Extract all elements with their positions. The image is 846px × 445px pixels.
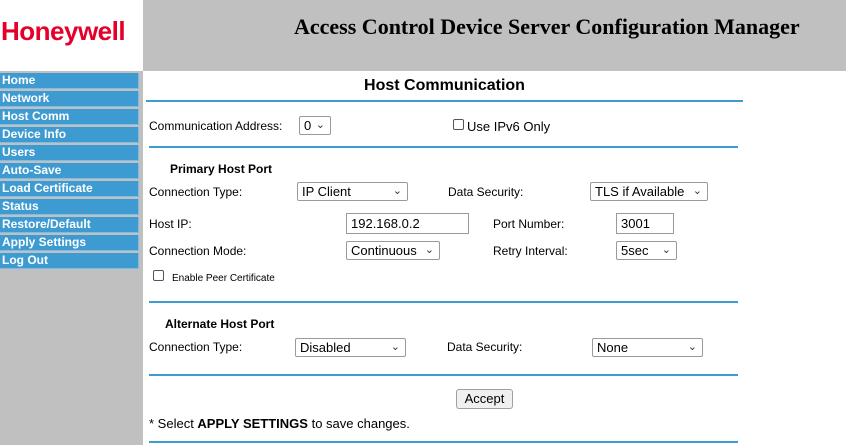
chevron-down-icon: ⌄ xyxy=(390,341,400,353)
connection-mode-label: Connection Mode: xyxy=(149,244,247,258)
chevron-down-icon: ⌄ xyxy=(692,185,702,197)
sidebar-item-restore-default[interactable]: Restore/Default xyxy=(0,217,139,233)
divider-top xyxy=(146,100,743,102)
alternate-heading: Alternate Host Port xyxy=(165,317,275,331)
retry-interval-select[interactable]: 5sec ⌄ xyxy=(616,241,677,260)
sidebar-item-load-certificate[interactable]: Load Certificate xyxy=(0,181,139,197)
port-number-label: Port Number: xyxy=(493,217,565,231)
alternate-connection-type-value: Disabled xyxy=(300,340,351,355)
save-note: * Select APPLY SETTINGS to save changes. xyxy=(149,416,410,431)
app-title: Access Control Device Server Configurati… xyxy=(294,14,800,39)
chevron-down-icon: ⌄ xyxy=(661,244,671,256)
accept-button[interactable]: Accept xyxy=(456,389,513,409)
sidebar: Home Network Host Comm Device Info Users… xyxy=(0,71,143,445)
chevron-down-icon: ⌄ xyxy=(424,244,434,256)
comm-address-value: 0 xyxy=(304,118,312,133)
primary-heading: Primary Host Port xyxy=(170,162,273,176)
sidebar-item-home[interactable]: Home xyxy=(0,73,139,89)
save-note-emphasis: APPLY SETTINGS xyxy=(197,416,308,431)
sidebar-item-host-comm[interactable]: Host Comm xyxy=(0,109,139,125)
save-note-suffix: to save changes. xyxy=(307,416,410,431)
chevron-down-icon: ⌄ xyxy=(392,185,402,197)
page-title: Host Communication xyxy=(364,77,525,94)
primary-connection-type-label: Connection Type: xyxy=(149,185,243,199)
honeywell-logo: Honeywell xyxy=(1,16,126,46)
peer-certificate-checkbox[interactable] xyxy=(153,270,164,281)
alternate-connection-type-label: Connection Type: xyxy=(149,340,243,354)
host-ip-label: Host IP: xyxy=(149,217,192,231)
logo-cell: Honeywell xyxy=(0,0,143,71)
sidebar-item-auto-save[interactable]: Auto-Save xyxy=(0,163,139,179)
sidebar-item-apply-settings[interactable]: Apply Settings xyxy=(0,235,139,251)
port-number-input[interactable]: 3001 xyxy=(616,213,674,234)
connection-mode-select[interactable]: Continuous ⌄ xyxy=(346,241,440,260)
divider-primary xyxy=(149,301,738,303)
sidebar-item-log-out[interactable]: Log Out xyxy=(0,253,139,269)
host-ip-input[interactable]: 192.168.0.2 xyxy=(346,213,469,234)
header-bar: Honeywell Access Control Device Server C… xyxy=(0,0,846,71)
primary-connection-type-select[interactable]: IP Client ⌄ xyxy=(297,182,408,201)
primary-data-security-label: Data Security: xyxy=(448,185,524,199)
alternate-data-security-label: Data Security: xyxy=(447,340,523,354)
primary-data-security-select[interactable]: TLS if Available ⌄ xyxy=(590,182,708,201)
divider-bottom xyxy=(149,441,738,443)
sidebar-item-users[interactable]: Users xyxy=(0,145,139,161)
chevron-down-icon: ⌄ xyxy=(687,341,697,353)
chevron-down-icon: ⌄ xyxy=(315,119,325,131)
peer-certificate-label: Enable Peer Certificate xyxy=(172,273,275,284)
ipv6-checkbox[interactable] xyxy=(453,119,464,130)
ipv6-label: Use IPv6 Only xyxy=(467,119,551,134)
sidebar-item-status[interactable]: Status xyxy=(0,199,139,215)
retry-interval-value: 5sec xyxy=(621,243,649,258)
divider-alternate xyxy=(149,374,738,376)
alternate-data-security-value: None xyxy=(597,340,629,355)
primary-connection-type-value: IP Client xyxy=(302,184,351,199)
primary-data-security-value: TLS if Available xyxy=(595,184,685,199)
retry-interval-label: Retry Interval: xyxy=(493,244,568,258)
comm-address-label: Communication Address: xyxy=(149,119,283,133)
alternate-connection-type-select[interactable]: Disabled ⌄ xyxy=(295,338,406,357)
divider-comm xyxy=(149,146,738,148)
comm-address-select[interactable]: 0 ⌄ xyxy=(299,116,331,135)
connection-mode-value: Continuous xyxy=(351,243,417,258)
sidebar-nav: Home Network Host Comm Device Info Users… xyxy=(0,73,139,271)
sidebar-item-network[interactable]: Network xyxy=(0,91,139,107)
sidebar-item-device-info[interactable]: Device Info xyxy=(0,127,139,143)
save-note-prefix: * Select xyxy=(149,416,198,431)
alternate-data-security-select[interactable]: None ⌄ xyxy=(592,338,703,357)
